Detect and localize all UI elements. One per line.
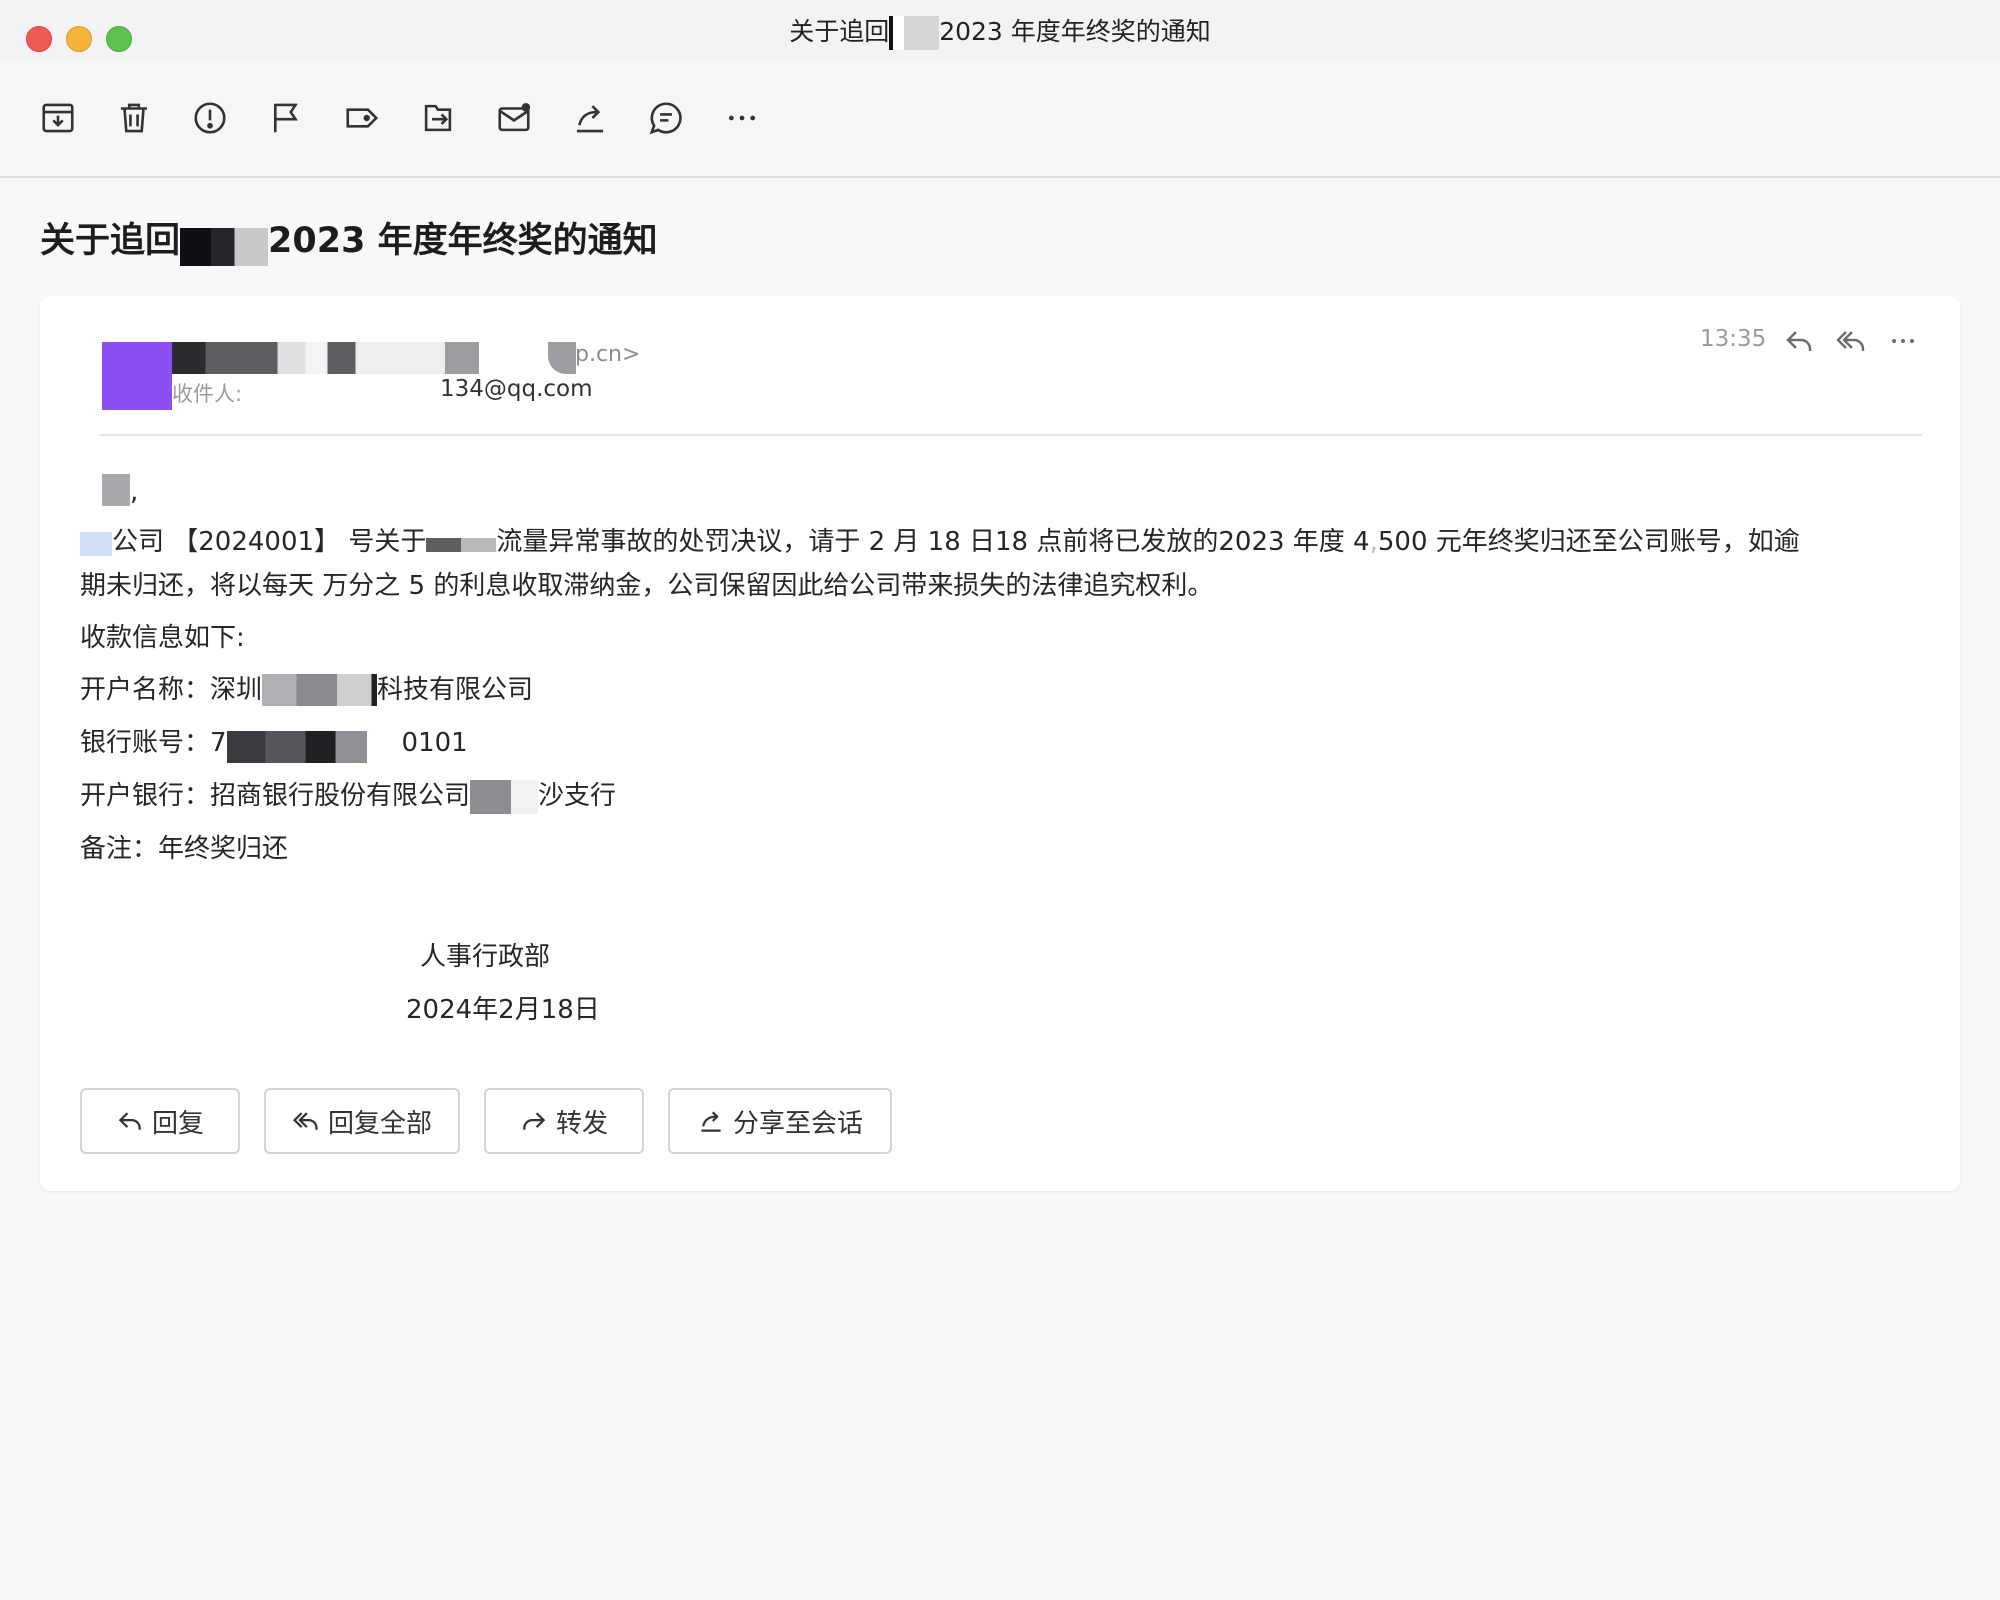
title-bar: 关于追回 2023 年度年终奖的通知: [0, 0, 2000, 58]
reply-icon: [118, 1112, 141, 1130]
redacted-mask: [470, 780, 539, 814]
move-icon: [424, 104, 452, 132]
greeting: ,: [102, 470, 138, 514]
header-more-button[interactable]: [1884, 322, 1922, 360]
archive-icon: [42, 103, 74, 133]
redacted-mask: [80, 532, 112, 556]
share-to-chat-button[interactable]: 分享至会话: [668, 1088, 892, 1154]
trash-icon: [120, 103, 148, 133]
header-reply-all-button[interactable]: [1832, 322, 1870, 360]
body-line-2: 期未归还，将以每天 万分之 5 的利息收取滞纳金，公司保留因此给公司带来损失的法…: [80, 571, 1214, 601]
account-name: 开户名称：深圳 科技有限公司: [80, 674, 534, 706]
body-line-1: 公司 【2024001】 号关于 流量异常事故的处罚决议，请于 2 月 18 日1…: [80, 520, 1800, 564]
redacted-mask: [889, 16, 940, 50]
redacted-mask: [426, 538, 497, 552]
header-reply-button[interactable]: [1780, 322, 1818, 360]
header-divider: [100, 434, 1922, 436]
reply-icon: [1786, 331, 1812, 351]
archive-button[interactable]: [34, 94, 82, 142]
mark-unread-icon: [498, 103, 531, 132]
avatar: [102, 342, 172, 410]
flag-icon: [274, 103, 298, 133]
redacted-mask: [180, 228, 269, 266]
signature-date: 2024年2月18日: [406, 995, 600, 1025]
forward-icon: [523, 1112, 546, 1130]
delete-button[interactable]: [110, 94, 158, 142]
sender-email: p.cn>: [575, 342, 641, 367]
forward-toolbar-button[interactable]: [566, 94, 614, 142]
email-subject: 关于追回 2023 年度年终奖的通知: [40, 212, 658, 266]
recipient-value: 134@qq.com: [440, 376, 593, 402]
reply-button[interactable]: 回复: [80, 1088, 240, 1154]
more-icon: [1892, 339, 1914, 343]
more-button[interactable]: [718, 94, 766, 142]
flag-button[interactable]: [262, 94, 310, 142]
spam-icon: [194, 102, 226, 134]
note: 备注：年终奖归还: [80, 834, 289, 864]
redacted-mask: [262, 674, 378, 706]
tag-icon: [346, 108, 379, 128]
move-button[interactable]: [414, 94, 462, 142]
reply-all-button[interactable]: 回复全部: [264, 1088, 460, 1154]
mark-unread-button[interactable]: [490, 94, 538, 142]
account-number: 银行账号：7 0101: [80, 721, 468, 765]
redacted-mask: [226, 731, 402, 763]
payment-intro: 收款信息如下:: [80, 623, 245, 653]
more-icon: [728, 115, 756, 121]
redacted-mask: [548, 342, 576, 374]
spam-button[interactable]: [186, 94, 234, 142]
toolbar: [0, 58, 2000, 178]
tag-button[interactable]: [338, 94, 386, 142]
share-icon: [701, 1111, 721, 1132]
forward-icon: [576, 105, 604, 133]
recipient-label: 收件人:: [172, 382, 243, 406]
redacted-mask: [172, 342, 450, 374]
bank-name: 开户银行：招商银行股份有限公司 沙支行: [80, 774, 616, 818]
signature-department: 人事行政部: [420, 942, 551, 972]
window-title: 关于追回 2023 年度年终奖的通知: [0, 12, 2000, 50]
email-card: p.cn> 收件人: 134@qq.com 13:35 , 公司 【202400…: [40, 296, 1960, 1191]
email-time: 13:35: [1700, 326, 1767, 352]
redacted-mask: [102, 474, 130, 506]
reply-all-icon: [1836, 331, 1865, 351]
forward-button[interactable]: 转发: [484, 1088, 644, 1154]
redacted-mask: [445, 342, 479, 374]
reply-all-icon: [293, 1112, 318, 1130]
comment-button[interactable]: [642, 94, 690, 142]
comment-icon: [649, 102, 682, 135]
